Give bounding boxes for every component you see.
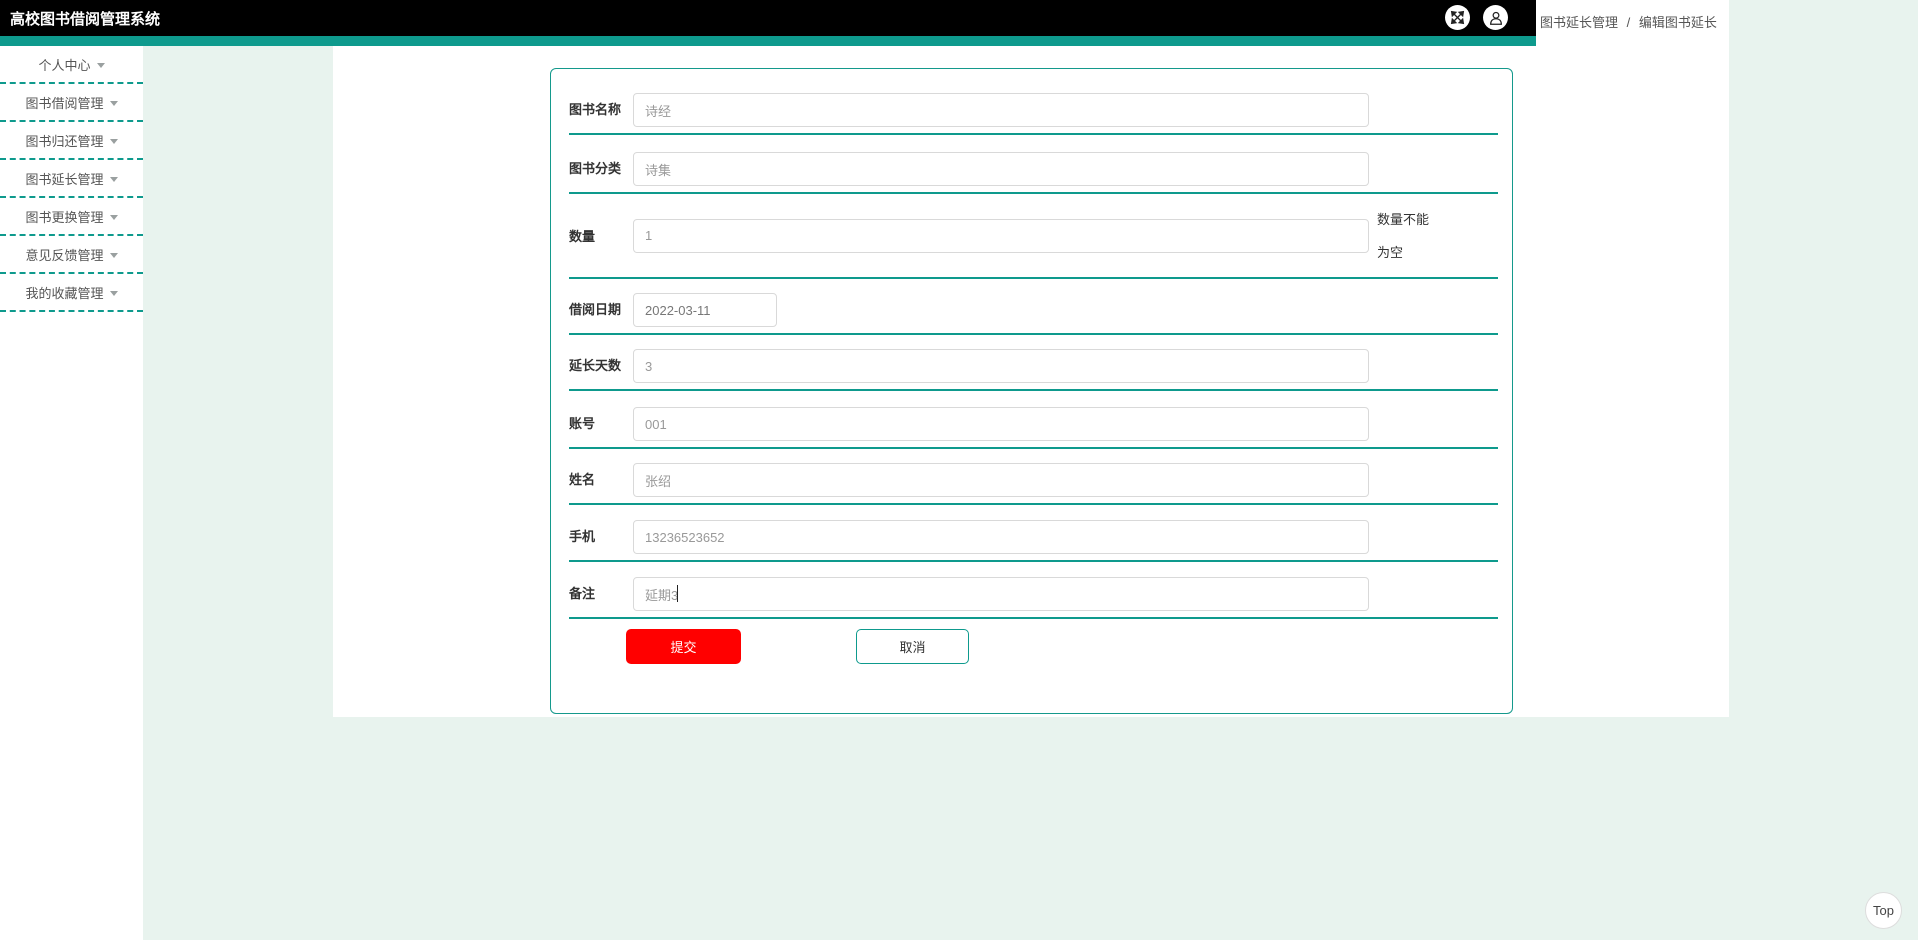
name-input[interactable] [633, 463, 1369, 497]
cancel-button[interactable]: 取消 [856, 629, 969, 664]
breadcrumb: 图书延长管理 / 编辑图书延长 [1540, 12, 1717, 31]
top-navbar: 高校图书借阅管理系统 [0, 0, 1536, 36]
chevron-down-icon [109, 252, 118, 258]
back-to-top-button[interactable]: Top [1865, 892, 1902, 929]
field-label: 备注 [569, 586, 596, 601]
form-row-borrow-date: 借阅日期 [569, 279, 1498, 335]
sidebar-item-label: 图书借阅管理 [25, 95, 104, 111]
sidebar-item-label: 个人中心 [38, 57, 91, 73]
form-row-book-category: 图书分类 [569, 135, 1498, 194]
field-label: 数量 [569, 229, 596, 244]
form-row-remark: 备注 [569, 562, 1498, 619]
sidebar-item-label: 图书更换管理 [25, 209, 104, 225]
form-row-account: 账号 [569, 391, 1498, 449]
accent-strip [0, 36, 1536, 46]
form-actions: 提交 取消 [569, 619, 1498, 670]
sidebar-item-label: 图书延长管理 [25, 171, 104, 187]
breadcrumb-section[interactable]: 图书延长管理 [1540, 15, 1618, 30]
chevron-down-icon [109, 214, 118, 220]
chevron-down-icon [96, 62, 105, 68]
breadcrumb-separator: / [1626, 15, 1631, 30]
book-name-input[interactable] [633, 93, 1369, 127]
chevron-down-icon [109, 290, 118, 296]
account-input[interactable] [633, 407, 1369, 441]
form-row-book-name: 图书名称 [569, 69, 1498, 135]
sidebar-item-favorites[interactable]: 我的收藏管理 [0, 274, 143, 312]
field-label: 借阅日期 [569, 302, 622, 317]
sidebar-item-feedback[interactable]: 意见反馈管理 [0, 236, 143, 274]
sidebar-item-book-replace[interactable]: 图书更换管理 [0, 198, 143, 236]
field-label: 延长天数 [569, 358, 622, 373]
sidebar-item-book-borrow[interactable]: 图书借阅管理 [0, 84, 143, 122]
form-row-quantity: 数量 数量不能为空 [569, 194, 1498, 279]
edit-extension-form-card: 图书名称 图书分类 数量 数量不能为空 借阅日期 延长天数 账号 姓名 [550, 68, 1513, 714]
borrow-date-input[interactable] [633, 293, 777, 327]
book-category-input[interactable] [633, 152, 1369, 186]
chevron-down-icon [109, 138, 118, 144]
sidebar: 个人中心 图书借阅管理 图书归还管理 图书延长管理 图书更换管理 意见反馈管理 … [0, 46, 143, 940]
breadcrumb-area: 图书延长管理 / 编辑图书延长 [1536, 0, 1729, 46]
main-content: 图书名称 图书分类 数量 数量不能为空 借阅日期 延长天数 账号 姓名 [333, 46, 1729, 717]
sidebar-item-label: 图书归还管理 [25, 133, 104, 149]
form-row-extend-days: 延长天数 [569, 335, 1498, 391]
submit-button[interactable]: 提交 [626, 629, 741, 664]
form-row-name: 姓名 [569, 449, 1498, 505]
user-avatar-icon[interactable] [1483, 5, 1508, 30]
sidebar-item-label: 意见反馈管理 [25, 247, 104, 263]
app-title: 高校图书借阅管理系统 [10, 10, 161, 28]
quantity-input[interactable] [633, 218, 1369, 253]
form-row-phone: 手机 [569, 505, 1498, 562]
sidebar-item-label: 我的收藏管理 [25, 285, 104, 301]
text-caret [677, 585, 678, 602]
sidebar-item-personal-center[interactable]: 个人中心 [0, 46, 143, 84]
chevron-down-icon [109, 176, 118, 182]
breadcrumb-page: 编辑图书延长 [1638, 15, 1717, 30]
chevron-down-icon [109, 100, 118, 106]
fullscreen-icon-glyph [1450, 10, 1465, 25]
fullscreen-icon[interactable] [1445, 5, 1470, 30]
field-label: 姓名 [569, 472, 596, 487]
person-icon-glyph [1489, 11, 1502, 25]
topbar-icon-group [1445, 5, 1508, 30]
field-label: 账号 [569, 416, 596, 431]
field-label: 图书名称 [569, 102, 622, 117]
sidebar-item-book-extend[interactable]: 图书延长管理 [0, 160, 143, 198]
phone-input[interactable] [633, 520, 1369, 554]
sidebar-item-book-return[interactable]: 图书归还管理 [0, 122, 143, 160]
remark-input[interactable] [633, 577, 1369, 611]
field-label: 图书分类 [569, 161, 622, 176]
quantity-error: 数量不能为空 [1377, 211, 1430, 260]
extend-days-input[interactable] [633, 349, 1369, 383]
field-label: 手机 [569, 529, 596, 544]
